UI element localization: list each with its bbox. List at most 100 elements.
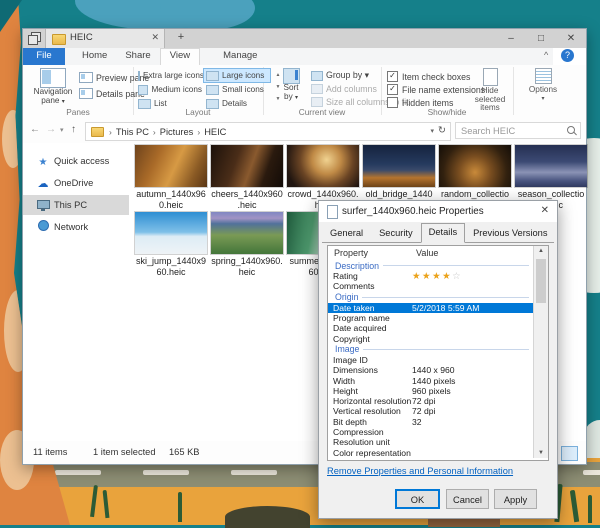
property-row-bit-depth[interactable]: Bit depth32 xyxy=(328,417,533,427)
property-row-dimensions[interactable]: Dimensions1440 x 960 xyxy=(328,365,533,375)
breadcrumb-heic[interactable]: HEIC xyxy=(202,127,228,137)
sidebar-item-this-pc[interactable]: This PC xyxy=(23,195,129,215)
layout-item-list[interactable]: List xyxy=(135,96,203,111)
sort-by-button[interactable]: Sort by ▾ xyxy=(275,67,307,107)
star-icon[interactable]: ★ xyxy=(432,271,442,282)
add-columns-icon xyxy=(311,84,323,94)
ribbon-tab-share[interactable]: Share xyxy=(116,48,159,65)
property-row-date-taken[interactable]: Date taken5/2/2018 5:59 AM xyxy=(328,303,533,313)
tab-close-icon[interactable]: ✕ xyxy=(151,32,159,43)
property-row-comments[interactable]: Comments xyxy=(328,281,533,291)
property-row-width[interactable]: Width1440 pixels xyxy=(328,375,533,385)
up-icon[interactable]: ↑ xyxy=(71,124,76,135)
property-row-rating[interactable]: Rating★★★★☆ xyxy=(328,271,533,281)
thumbnail-view-toggle-icon[interactable] xyxy=(561,446,578,461)
search-icon[interactable] xyxy=(567,126,575,134)
star-icon[interactable]: ☆ xyxy=(452,271,462,282)
property-row-compression[interactable]: Compression xyxy=(328,427,533,437)
star-icon[interactable]: ★ xyxy=(422,271,432,282)
scrollbar-thumb[interactable] xyxy=(536,259,546,303)
layout-item-large-icons[interactable]: Large icons xyxy=(203,68,271,83)
hide-selected-label: Hide selected xyxy=(469,87,511,104)
dialog-tab-details[interactable]: Details xyxy=(421,223,465,243)
remove-properties-link[interactable]: Remove Properties and Personal Informati… xyxy=(327,466,513,476)
file-thumbnail xyxy=(515,145,587,187)
layout-item-label: Extra large icons xyxy=(143,71,204,80)
hide-selected-items-button[interactable]: Hide selected items xyxy=(469,67,511,109)
dialog-close-icon[interactable]: ✕ xyxy=(541,205,549,216)
scroll-down-icon[interactable]: ▼ xyxy=(534,450,548,456)
folder-icon xyxy=(91,127,104,137)
layout-item-details[interactable]: Details xyxy=(203,96,271,111)
file-name-extensions-checkbox[interactable]: ✓ xyxy=(387,84,398,95)
breadcrumb-pictures[interactable]: Pictures xyxy=(158,127,196,137)
options-icon xyxy=(535,68,552,84)
cancel-button[interactable]: Cancel xyxy=(446,489,489,509)
property-row-image-id[interactable]: Image ID xyxy=(328,355,533,365)
property-row-horizontal-resolution[interactable]: Horizontal resolution72 dpi xyxy=(328,396,533,406)
star-icon[interactable]: ★ xyxy=(412,271,422,282)
close-button[interactable]: ✕ xyxy=(556,29,586,48)
layout-item-label: List xyxy=(154,99,167,108)
star-icon[interactable]: ★ xyxy=(442,271,452,282)
layout-item-icon xyxy=(138,71,140,81)
property-row-program-name[interactable]: Program name xyxy=(328,313,533,323)
item-check-boxes-checkbox[interactable]: ✓ xyxy=(387,71,398,82)
property-row-date-acquired[interactable]: Date acquired xyxy=(328,323,533,333)
collapse-ribbon-icon[interactable]: ^ xyxy=(544,50,548,60)
layout-item-extra-large-icons[interactable]: Extra large icons xyxy=(135,68,203,83)
ribbon-tab-view[interactable]: View xyxy=(160,48,200,65)
properties-list: Property Value DescriptionRating★★★★☆Com… xyxy=(327,245,549,461)
ribbon-tab-home[interactable]: Home xyxy=(73,48,116,65)
file-item-ski-jump-1440x9[interactable]: ski_jump_1440x960.heic xyxy=(134,212,208,276)
property-row-height[interactable]: Height960 pixels xyxy=(328,386,533,396)
property-name: Height xyxy=(328,386,412,396)
apply-button[interactable]: Apply xyxy=(494,489,537,509)
file-thumbnail xyxy=(363,145,435,187)
options-button[interactable]: Options ▾ xyxy=(523,67,563,109)
breadcrumb[interactable]: ›This PC›Pictures›HEIC ▾ ↻ xyxy=(85,122,451,141)
forward-icon[interactable]: → xyxy=(46,124,56,135)
ribbon-tab-manage[interactable]: Manage xyxy=(214,48,266,65)
property-value: 32 xyxy=(412,417,422,427)
property-row-vertical-resolution[interactable]: Vertical resolution72 dpi xyxy=(328,406,533,416)
recent-dropdown-icon[interactable]: ▾ xyxy=(60,126,64,134)
back-icon[interactable]: ← xyxy=(30,124,40,135)
scrollbar[interactable]: ▲ ▼ xyxy=(533,246,548,458)
new-tab-button[interactable]: + xyxy=(173,31,189,46)
road-dash xyxy=(231,470,277,475)
refresh-icon[interactable]: ↻ xyxy=(438,125,446,136)
sidebar-item-label: This PC xyxy=(54,200,87,210)
minimize-button[interactable]: – xyxy=(496,29,526,48)
address-dropdown-icon[interactable]: ▾ xyxy=(430,127,434,135)
property-row-compressed-bits-pixel[interactable]: Compressed bits/pixel xyxy=(328,458,533,459)
window-pages-icon[interactable] xyxy=(28,32,41,45)
navigation-pane-button[interactable]: Navigation pane ▾ xyxy=(33,67,73,105)
hidden-items-checkbox[interactable] xyxy=(387,97,398,108)
layout-gallery: Extra large iconsLarge iconsMedium icons… xyxy=(135,68,271,112)
dialog-tab-previous-versions[interactable]: Previous Versions xyxy=(465,225,555,242)
property-row-copyright[interactable]: Copyright xyxy=(328,333,533,343)
property-row-color-representation[interactable]: Color representation xyxy=(328,447,533,457)
property-row-resolution-unit[interactable]: Resolution unit xyxy=(328,437,533,447)
selection-count: 1 item selected xyxy=(93,447,156,457)
breadcrumb-this-pc[interactable]: This PC xyxy=(114,127,151,137)
file-item-autumn-1440x96[interactable]: autumn_1440x960.heic xyxy=(134,145,208,209)
layout-item-medium-icons[interactable]: Medium icons xyxy=(135,82,203,97)
sidebar-item-quick-access[interactable]: ★Quick access xyxy=(23,151,129,171)
file-item-cheers-1440x960[interactable]: cheers_1440x960.heic xyxy=(210,145,284,209)
help-icon[interactable]: ? xyxy=(561,49,574,62)
layout-item-small-icons[interactable]: Small icons xyxy=(203,82,271,97)
ok-button[interactable]: OK xyxy=(395,489,440,509)
maximize-button[interactable]: □ xyxy=(526,29,556,48)
dialog-tab-security[interactable]: Security xyxy=(371,225,421,242)
sidebar-item-network[interactable]: Network xyxy=(23,217,129,237)
scroll-up-icon[interactable]: ▲ xyxy=(534,248,548,254)
dialog-tab-general[interactable]: General xyxy=(322,225,371,242)
search-input[interactable] xyxy=(455,122,581,139)
property-value: 960 pixels xyxy=(412,386,451,396)
explorer-tab[interactable]: HEIC ✕ xyxy=(45,29,165,48)
sidebar-item-onedrive[interactable]: ☁OneDrive xyxy=(23,173,129,193)
ribbon-tab-file[interactable]: File xyxy=(23,48,65,65)
file-item-spring-1440x960-[interactable]: spring_1440x960.heic xyxy=(210,212,284,276)
